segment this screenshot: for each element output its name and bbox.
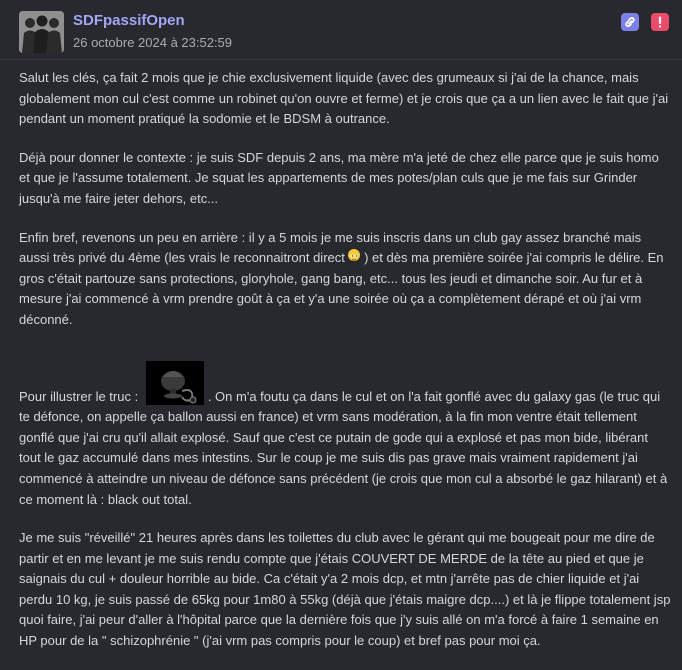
group-silhouette-icon: [19, 11, 64, 53]
paragraph: Déjà pour donner le contexte : je suis S…: [19, 149, 659, 206]
permalink-button[interactable]: [621, 13, 639, 31]
inline-image[interactable]: [145, 360, 204, 405]
link-icon: [625, 17, 635, 27]
paragraph: Salut les clés, ça fait 2 mois que je ch…: [19, 70, 669, 127]
report-button[interactable]: [651, 13, 669, 31]
avatar[interactable]: [19, 11, 64, 53]
paragraph-text: . On m'a foutu ça dans le cul et on l'a …: [19, 388, 668, 507]
paragraph: Enfin bref, revenons un peu en arrière :…: [19, 228, 671, 331]
plug-toy-image-icon: [145, 360, 204, 405]
post-body: Salut les clés, ça fait 2 mois que je ch…: [19, 68, 671, 670]
post-header: SDFpassifOpen 26 octobre 2024 à 23:52:59: [0, 0, 682, 60]
post-timestamp: 26 octobre 2024 à 23:52:59: [73, 35, 233, 50]
username[interactable]: SDFpassifOpen: [73, 12, 185, 29]
smiley-emoji-icon: [348, 249, 361, 262]
header-divider: [0, 59, 682, 60]
paragraph: Je me suis "réveillé" 21 heures après da…: [19, 530, 671, 649]
alert-icon: [658, 16, 662, 28]
paragraph-text: Pour illustrer le truc :: [19, 388, 142, 404]
paragraph: Pour illustrer le truc : . On m'a foutu …: [19, 360, 671, 511]
